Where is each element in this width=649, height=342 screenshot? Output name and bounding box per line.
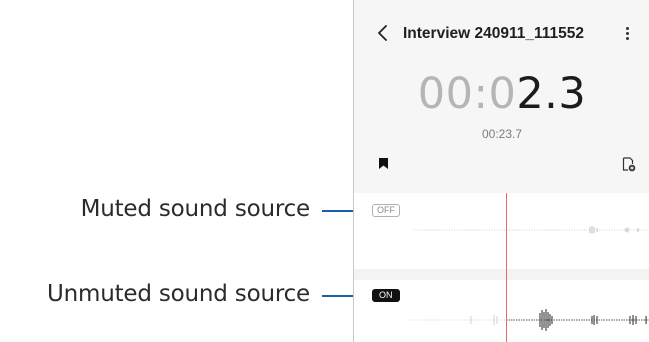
sound-source-track-unmuted[interactable]: ON xyxy=(354,280,649,342)
add-bookmark-icon[interactable] xyxy=(622,157,636,172)
sound-source-track-muted[interactable]: OFF xyxy=(354,193,649,269)
recorder-screen: Interview 240911_111552 00:02.3 00:23.7 … xyxy=(353,0,649,342)
track-separator xyxy=(354,269,649,280)
unmuted-sound-source-label: Unmuted sound source xyxy=(47,281,310,307)
total-duration: 00:23.7 xyxy=(481,127,523,141)
chevron-left-icon[interactable] xyxy=(376,24,390,42)
bookmark-icon[interactable] xyxy=(378,157,389,170)
more-vertical-icon[interactable] xyxy=(622,25,632,43)
recording-title: Interview 240911_111552 xyxy=(403,25,584,42)
waveform-unmuted xyxy=(409,309,649,331)
playhead[interactable] xyxy=(506,193,507,342)
waveform-muted xyxy=(414,226,649,234)
elapsed-time: 00:02.3 xyxy=(354,68,649,120)
muted-sound-source-label: Muted sound source xyxy=(80,196,311,222)
top-bar: Interview 240911_111552 xyxy=(354,0,649,68)
elapsed-time-bright: 2.3 xyxy=(516,69,587,119)
elapsed-time-dim: 00:0 xyxy=(417,69,517,119)
